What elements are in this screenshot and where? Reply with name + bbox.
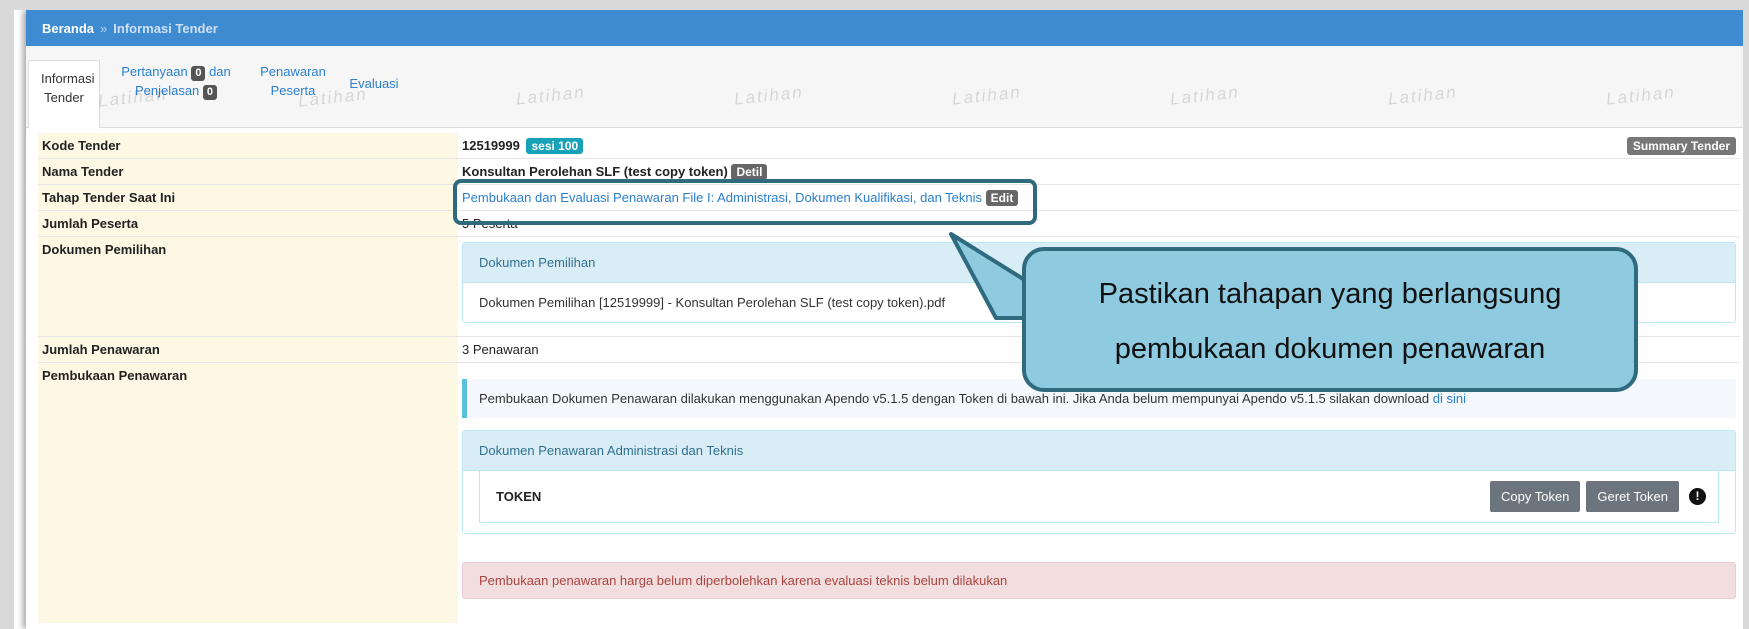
- jumlah-peserta-value: 5 Peserta: [462, 216, 518, 231]
- tab-label-line1: Informasi: [41, 71, 95, 86]
- panel-title: Dokumen Penawaran Administrasi dan Tekni…: [463, 431, 1735, 471]
- generate-token-button[interactable]: Geret Token: [1586, 481, 1679, 512]
- row-tahap-tender: Tahap Tender Saat Ini Pembukaan dan Eval…: [38, 185, 1740, 211]
- row-label: Kode Tender: [38, 133, 458, 158]
- watermark-text: Latihan: [1169, 82, 1241, 109]
- watermark-text: Latihan: [1605, 82, 1677, 109]
- download-link[interactable]: di sini: [1433, 391, 1466, 406]
- question-count-badge: 0: [191, 66, 206, 81]
- tab-evaluasi[interactable]: Evaluasi: [344, 74, 404, 93]
- row-value: Pembukaan Dokumen Penawaran dilakukan me…: [458, 363, 1740, 623]
- apendo-info-text: Pembukaan Dokumen Penawaran dilakukan me…: [479, 391, 1430, 406]
- tab-bar: Informasi Tender Pertanyaan 0 dan Penjel…: [26, 46, 1743, 129]
- breadcrumb-home-link[interactable]: Beranda: [42, 21, 94, 36]
- row-value: Konsultan Perolehan SLF (test copy token…: [458, 159, 1740, 184]
- watermark-text: Latihan: [951, 82, 1023, 109]
- row-label: Jumlah Penawaran: [38, 337, 458, 362]
- nama-tender-value: Konsultan Perolehan SLF (test copy token…: [462, 164, 728, 179]
- breadcrumb: Beranda » Informasi Tender: [26, 10, 1743, 46]
- exclamation-icon[interactable]: !: [1689, 488, 1706, 505]
- watermark-text: Latihan: [733, 82, 805, 109]
- tab-informasi-tender[interactable]: Informasi Tender: [28, 60, 100, 129]
- row-label: Pembukaan Penawaran: [38, 363, 458, 623]
- harga-alert: Pembukaan penawaran harga belum diperbol…: [462, 562, 1736, 599]
- tab-label-line2: Tender: [44, 90, 84, 105]
- token-row: TOKEN Copy Token Geret Token !: [479, 471, 1719, 523]
- callout-line1: Pastikan tahapan yang berlangsung: [1098, 278, 1562, 310]
- dokumen-penawaran-panel: Dokumen Penawaran Administrasi dan Tekni…: [462, 430, 1736, 534]
- breadcrumb-current: Informasi Tender: [113, 20, 218, 36]
- instruction-callout: Pastikan tahapan yang berlangsung pembuk…: [1022, 247, 1638, 392]
- tab-label-text: Penjelasan: [134, 83, 200, 98]
- copy-token-button[interactable]: Copy Token: [1489, 481, 1581, 512]
- row-value: 12519999 sesi 100: [458, 133, 1740, 158]
- breadcrumb-separator: »: [100, 20, 108, 36]
- watermark-text: Latihan: [515, 82, 587, 109]
- row-kode-tender: Kode Tender 12519999 sesi 100 Summary Te…: [38, 133, 1740, 159]
- explanation-count-badge: 0: [202, 85, 218, 100]
- row-label: Nama Tender: [38, 159, 458, 184]
- detil-button[interactable]: Detil: [731, 164, 768, 180]
- row-label: Jumlah Peserta: [38, 211, 458, 236]
- watermark-text: Latihan: [1387, 82, 1459, 109]
- summary-tender-button[interactable]: Summary Tender: [1626, 137, 1736, 155]
- row-nama-tender: Nama Tender Konsultan Perolehan SLF (tes…: [38, 159, 1740, 185]
- row-label: Tahap Tender Saat Ini: [38, 185, 458, 210]
- tab-label-line2: Peserta: [270, 83, 316, 98]
- kode-tender-value: 12519999: [462, 138, 520, 153]
- edit-button[interactable]: Edit: [985, 190, 1019, 206]
- sesi-badge: sesi 100: [526, 138, 584, 154]
- tab-label-tail: dan: [209, 64, 231, 79]
- row-label: Dokumen Pemilihan: [38, 237, 458, 336]
- tab-pertanyaan-penjelasan[interactable]: Pertanyaan 0 dan Penjelasan 0: [106, 62, 246, 100]
- callout-line2: pembukaan dokumen penawaran: [1114, 333, 1546, 365]
- tab-label-text: Pertanyaan: [121, 64, 188, 79]
- row-pembukaan-penawaran: Pembukaan Penawaran Pembukaan Dokumen Pe…: [38, 363, 1740, 623]
- token-label: TOKEN: [496, 489, 542, 504]
- tab-penawaran-peserta[interactable]: Penawaran Peserta: [254, 62, 332, 100]
- row-value: Pembukaan dan Evaluasi Penawaran File I:…: [458, 185, 1740, 210]
- tab-label-line1: Penawaran: [260, 64, 326, 79]
- row-jumlah-peserta: Jumlah Peserta 5 Peserta: [38, 211, 1740, 237]
- tab-label-line1: Evaluasi: [349, 76, 399, 91]
- tahap-tender-link[interactable]: Pembukaan dan Evaluasi Penawaran File I:…: [462, 190, 982, 205]
